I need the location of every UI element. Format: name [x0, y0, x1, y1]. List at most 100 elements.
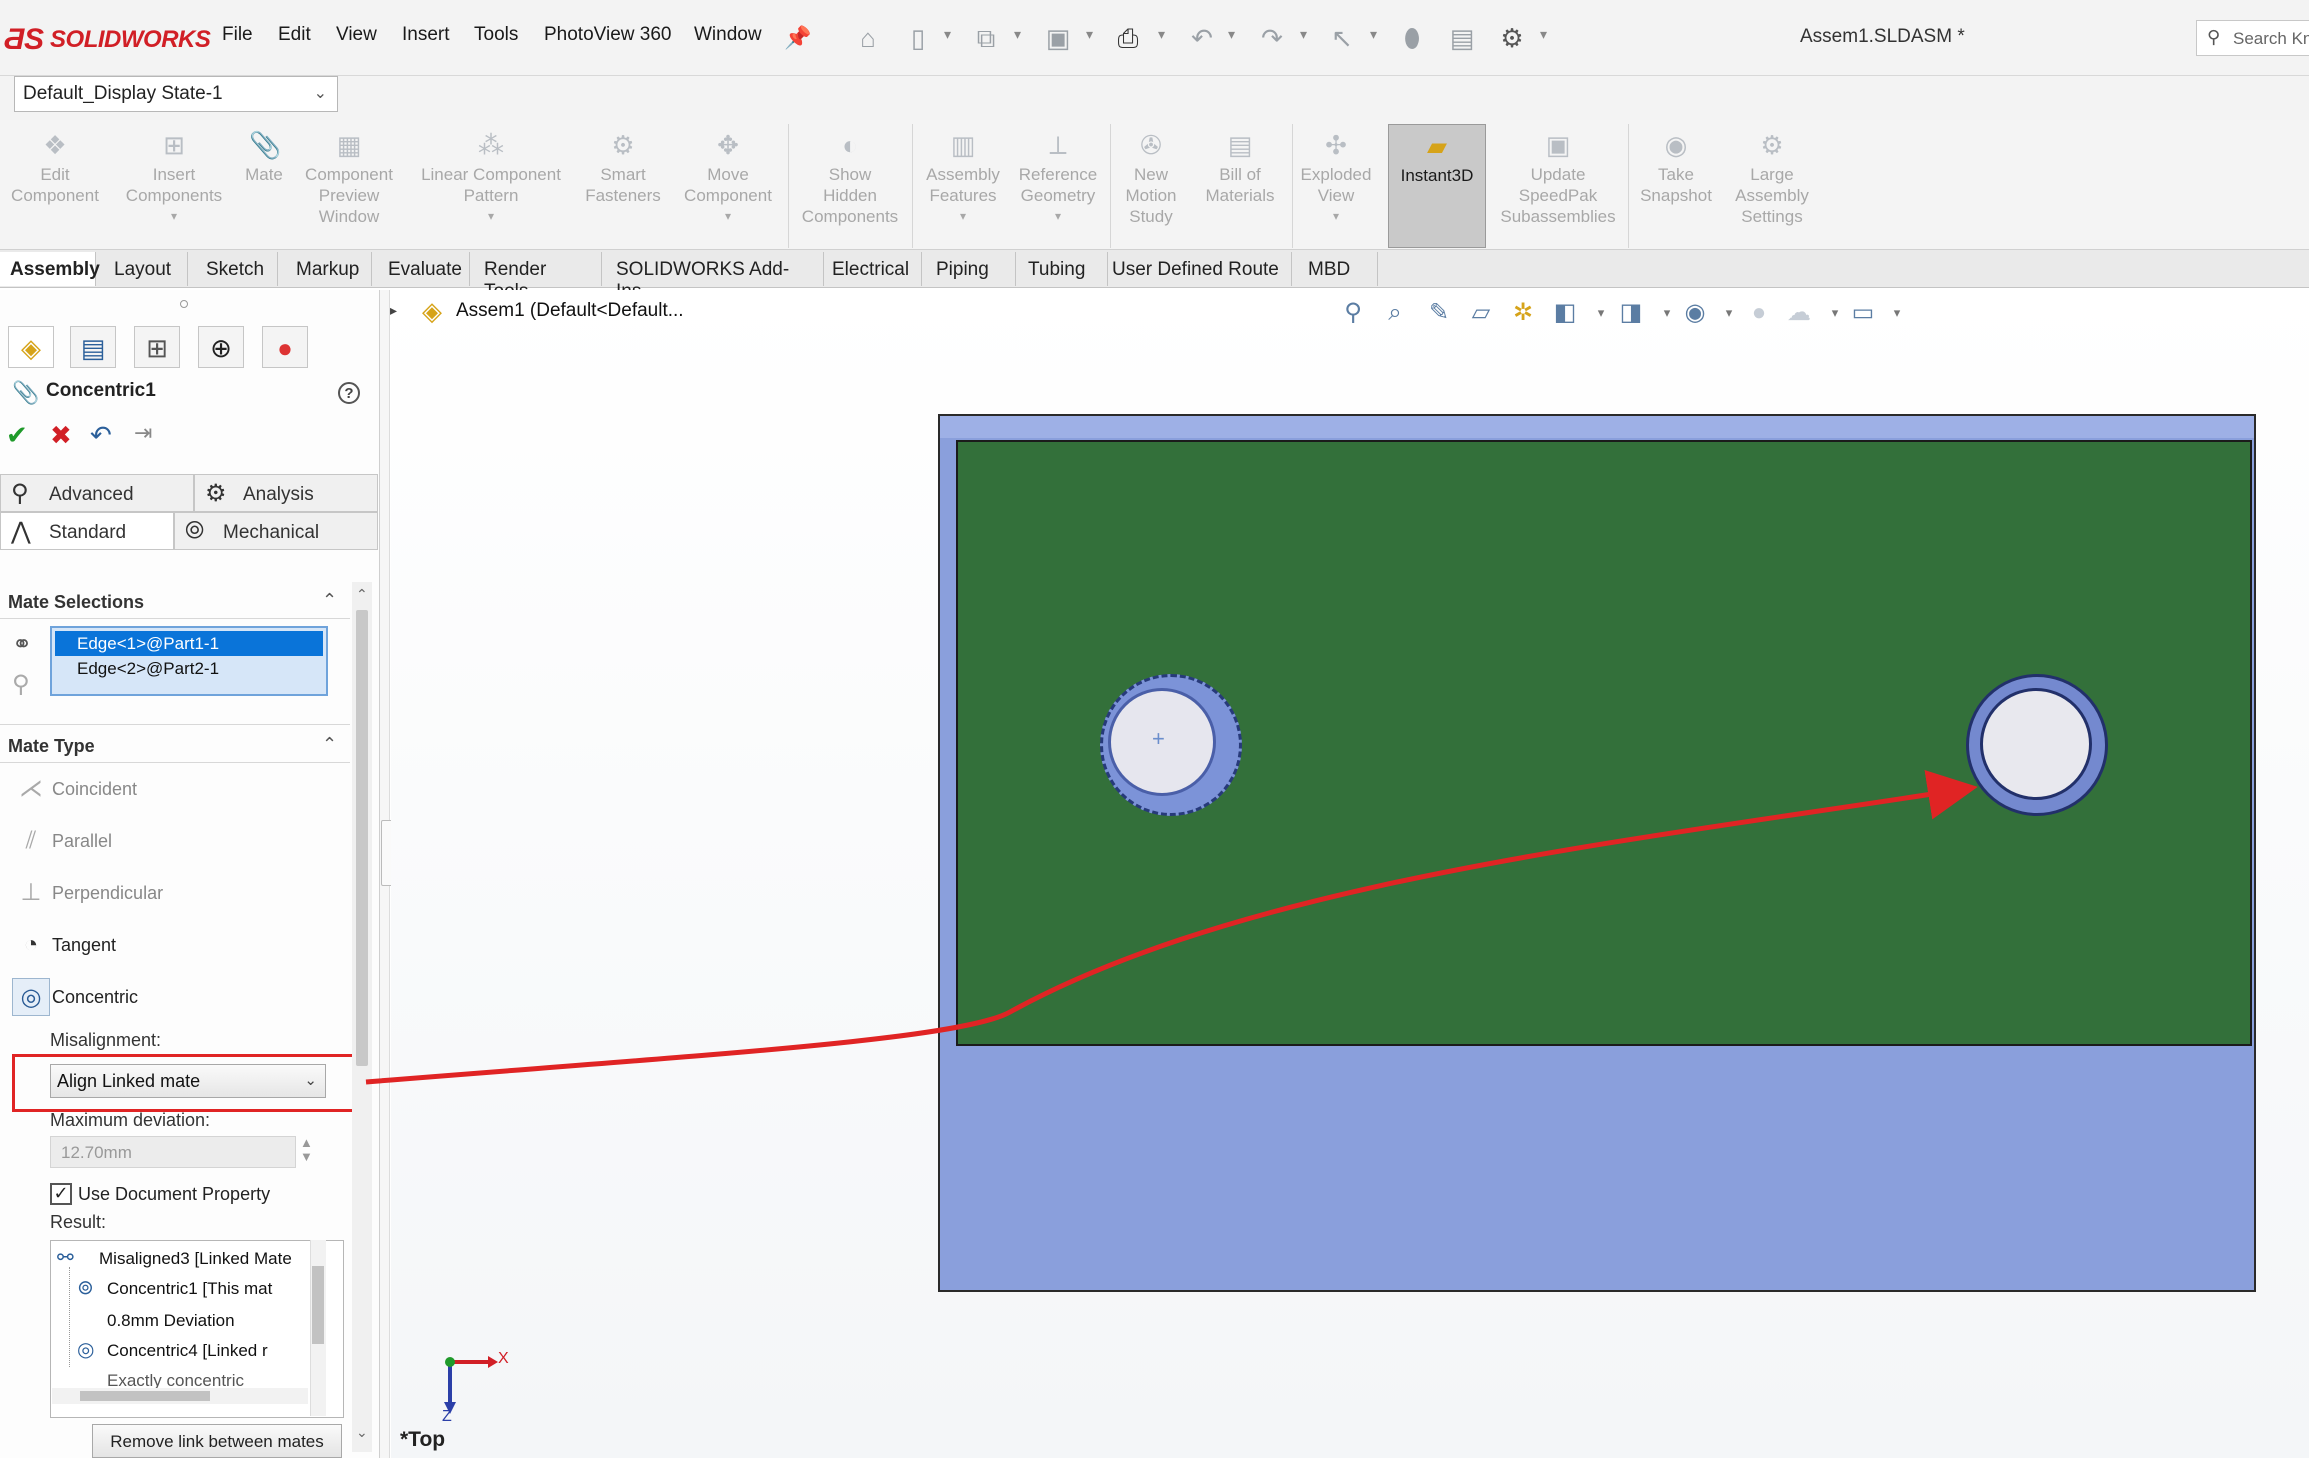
section-view-icon[interactable]: ▱	[1466, 298, 1496, 328]
cancel-x-icon[interactable]: ✖	[50, 420, 72, 451]
tab-layout[interactable]: Layout	[104, 252, 188, 286]
display-state-select[interactable]: Default_Display State-1 ⌄	[14, 76, 338, 112]
tab-assembly[interactable]: Assembly	[0, 252, 100, 286]
rebuild-icon[interactable]: ⬮	[1396, 22, 1428, 54]
assembly-features-button[interactable]: ▥ Assembly Features ▾	[918, 124, 1008, 248]
chevron-down-icon[interactable]: ▾	[944, 26, 951, 43]
tab-render-tools[interactable]: Render Tools	[474, 252, 602, 302]
linear-pattern-button[interactable]: ⁂ Linear Component Pattern ▾	[410, 124, 572, 248]
help-icon[interactable]: ?	[338, 382, 360, 404]
spinner-icon[interactable]: ▲ ▼	[300, 1136, 313, 1164]
menu-window[interactable]: Window	[694, 24, 762, 46]
subtab-standard[interactable]: ⋀ Standard	[0, 512, 174, 550]
select-cursor-icon[interactable]: ↖	[1326, 22, 1358, 54]
component-preview-button[interactable]: ▦ Component Preview Window	[296, 124, 402, 248]
max-deviation-input[interactable]: 12.70mm	[50, 1136, 296, 1168]
new-motion-study-button[interactable]: ✇ New Motion Study	[1116, 124, 1186, 248]
tab-addins[interactable]: SOLIDWORKS Add-Ins	[606, 252, 824, 302]
print-icon[interactable]: ⎙	[1112, 22, 1144, 54]
redo-icon[interactable]: ↷	[1256, 22, 1288, 54]
result-item[interactable]: Concentric1 [This mat	[107, 1279, 272, 1299]
view-orientation-icon[interactable]: ◧	[1550, 298, 1580, 328]
mate-button[interactable]: 📎 Mate	[238, 124, 290, 248]
chevron-down-icon[interactable]: ▾	[1540, 26, 1547, 43]
open-icon[interactable]: ⧉	[970, 22, 1002, 54]
home-icon[interactable]: ⌂	[852, 22, 884, 54]
subtab-analysis[interactable]: ⚙ Analysis	[194, 474, 378, 512]
panel-grip-icon[interactable]	[180, 300, 188, 308]
new-document-icon[interactable]: ▯	[902, 22, 934, 54]
ok-check-icon[interactable]: ✔	[6, 420, 28, 451]
property-manager-tab-icon[interactable]: ▤	[70, 326, 116, 368]
gear-icon[interactable]: ⚙	[1496, 22, 1528, 54]
chevron-down-icon[interactable]: ▾	[1652, 298, 1682, 328]
result-item[interactable]: Misaligned3 [Linked Mate	[99, 1249, 292, 1269]
chevron-down-icon[interactable]: ▾	[1086, 26, 1093, 43]
collapse-chevron-icon[interactable]: ⌃	[322, 590, 337, 611]
zoom-area-icon[interactable]: ⌕	[1380, 298, 1410, 328]
tab-evaluate[interactable]: Evaluate	[378, 252, 470, 286]
dimxpert-tab-icon[interactable]: ⊕	[198, 326, 244, 368]
smart-fasteners-button[interactable]: ⚙ Smart Fasteners	[578, 124, 668, 248]
scroll-thumb[interactable]	[356, 610, 368, 1066]
mate-selections-list[interactable]: Edge<1>@Part1-1 Edge<2>@Part2-1	[50, 626, 328, 696]
tree-expand-icon[interactable]: ▸	[390, 302, 397, 319]
undo-icon[interactable]: ↶	[90, 420, 112, 451]
mate-type-perpendicular[interactable]: ⊥ Perpendicular	[8, 870, 348, 918]
chevron-down-icon[interactable]: ▾	[1714, 298, 1744, 328]
display-manager-tab-icon[interactable]: ●	[262, 326, 308, 368]
flyout-tree-label[interactable]: Assem1 (Default<Default...	[456, 300, 684, 322]
pin-icon[interactable]: 📌	[782, 22, 814, 54]
large-assembly-settings-button[interactable]: ⚙ Large Assembly Settings	[1722, 124, 1822, 248]
chevron-down-icon[interactable]: ▾	[1228, 26, 1235, 43]
edit-component-button[interactable]: ❖ Edit Component	[2, 124, 108, 248]
tab-user-defined-route[interactable]: User Defined Route	[1102, 252, 1292, 286]
undo-icon[interactable]: ↶	[1186, 22, 1218, 54]
menu-file[interactable]: File	[222, 24, 253, 46]
result-item[interactable]: Concentric4 [Linked r	[107, 1341, 268, 1361]
tab-electrical[interactable]: Electrical	[822, 252, 922, 286]
pin-icon[interactable]: ⇥	[134, 420, 152, 446]
update-speedpak-button[interactable]: ▣ Update SpeedPak Subassemblies	[1494, 124, 1622, 248]
show-hidden-button[interactable]: ◐ Show Hidden Components	[794, 124, 906, 248]
menu-edit[interactable]: Edit	[278, 24, 311, 46]
feature-manager-tab-icon[interactable]: ◈	[8, 326, 54, 368]
tab-sketch[interactable]: Sketch	[196, 252, 278, 286]
previous-view-icon[interactable]: ✎	[1424, 298, 1454, 328]
scroll-down-icon[interactable]: ⌄	[356, 1424, 368, 1441]
instant3d-button[interactable]: ▰ Instant3D	[1388, 124, 1486, 248]
move-component-button[interactable]: ✥ Move Component ▾	[674, 124, 782, 248]
subtab-mechanical[interactable]: ⦾ Mechanical	[174, 512, 378, 550]
tab-piping[interactable]: Piping	[926, 252, 1016, 286]
chevron-down-icon[interactable]: ▾	[1370, 26, 1377, 43]
chevron-down-icon[interactable]: ▾	[1158, 26, 1165, 43]
chevron-down-icon[interactable]: ▾	[1014, 26, 1021, 43]
exploded-view-button[interactable]: ✣ Exploded View ▾	[1296, 124, 1376, 248]
collapse-chevron-icon[interactable]: ⌃	[322, 734, 337, 755]
edit-appearance-icon[interactable]: ●	[1744, 298, 1774, 328]
file-properties-icon[interactable]: ▤	[1446, 22, 1478, 54]
chevron-down-icon[interactable]: ▾	[1586, 298, 1616, 328]
mate-type-parallel[interactable]: ⫽ Parallel	[8, 818, 348, 866]
scroll-thumb[interactable]	[312, 1266, 324, 1344]
configuration-manager-tab-icon[interactable]: ⊞	[134, 326, 180, 368]
chevron-down-icon[interactable]: ▾	[1882, 298, 1912, 328]
save-icon[interactable]: ▣	[1042, 22, 1074, 54]
display-style-icon[interactable]: ◨	[1616, 298, 1646, 328]
bill-of-materials-button[interactable]: ▤ Bill of Materials	[1192, 124, 1288, 248]
tab-tubing[interactable]: Tubing	[1018, 252, 1108, 286]
menu-insert[interactable]: Insert	[402, 24, 450, 46]
zoom-to-fit-icon[interactable]: ⚲	[1338, 298, 1368, 328]
selection-item[interactable]: Edge<2>@Part2-1	[55, 656, 323, 681]
menu-photoview[interactable]: PhotoView 360	[544, 24, 671, 46]
tab-markup[interactable]: Markup	[286, 252, 372, 286]
search-input[interactable]: ⚲ Search Kn	[2196, 20, 2309, 56]
chevron-down-icon[interactable]: ▾	[1300, 26, 1307, 43]
hide-show-items-icon[interactable]: ◉	[1680, 298, 1710, 328]
take-snapshot-button[interactable]: ◉ Take Snapshot	[1634, 124, 1718, 248]
mate-type-concentric[interactable]: ◎ Concentric	[8, 974, 348, 1022]
scroll-up-icon[interactable]: ⌃	[356, 586, 368, 603]
dynamic-annotation-icon[interactable]: ✲	[1508, 298, 1538, 328]
subtab-advanced[interactable]: ⚲ Advanced	[0, 474, 194, 512]
menu-view[interactable]: View	[336, 24, 377, 46]
